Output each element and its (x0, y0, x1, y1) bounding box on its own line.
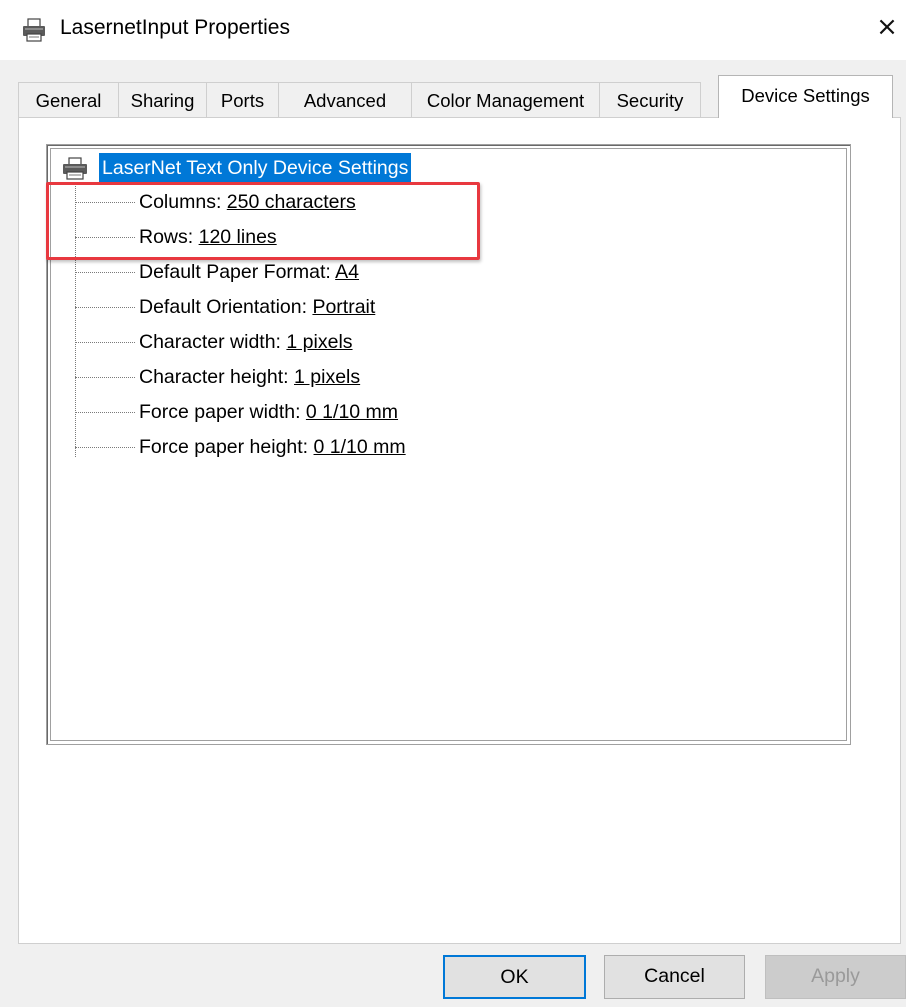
setting-value[interactable]: 1 pixels (294, 366, 360, 388)
tab-color-management[interactable]: Color Management (411, 82, 600, 117)
tree-root-label[interactable]: LaserNet Text Only Device Settings (99, 153, 412, 184)
tree-connector (75, 447, 135, 448)
tab-device-settings[interactable]: Device Settings (718, 75, 893, 118)
setting-label: Default Paper Format: (139, 261, 336, 283)
setting-value[interactable]: 0 1/10 mm (314, 436, 406, 458)
tab-ports[interactable]: Ports (206, 82, 279, 117)
tree-connector (75, 342, 135, 343)
setting-value[interactable]: Portrait (312, 296, 375, 318)
tree-connector (75, 272, 135, 273)
setting-label: Character width: (139, 331, 287, 353)
title-bar: LasernetInput Properties × (0, 0, 906, 60)
setting-value[interactable]: 1 pixels (286, 331, 352, 353)
printer-icon (23, 18, 45, 42)
tab-general[interactable]: General (18, 82, 119, 117)
setting-value[interactable]: 0 1/10 mm (306, 401, 398, 423)
tree-connector (75, 307, 135, 308)
apply-button[interactable]: Apply (765, 955, 906, 999)
printer-icon (63, 157, 87, 180)
ok-button[interactable]: OK (443, 955, 586, 999)
setting-value[interactable]: A4 (335, 261, 359, 283)
tab-advanced[interactable]: Advanced (278, 82, 412, 117)
setting-label: Force paper width: (139, 401, 306, 423)
setting-label: Force paper height: (139, 436, 314, 458)
close-button[interactable]: × (872, 12, 902, 42)
setting-label: Character height: (139, 366, 295, 388)
tree-connector (75, 377, 135, 378)
tab-security[interactable]: Security (599, 82, 701, 117)
annotation-highlight-box (46, 182, 480, 260)
cancel-button[interactable]: Cancel (604, 955, 745, 999)
tree-connector (75, 412, 135, 413)
setting-label: Default Orientation: (139, 296, 313, 318)
tab-sharing[interactable]: Sharing (118, 82, 207, 117)
window-title: LasernetInput Properties (60, 16, 290, 39)
